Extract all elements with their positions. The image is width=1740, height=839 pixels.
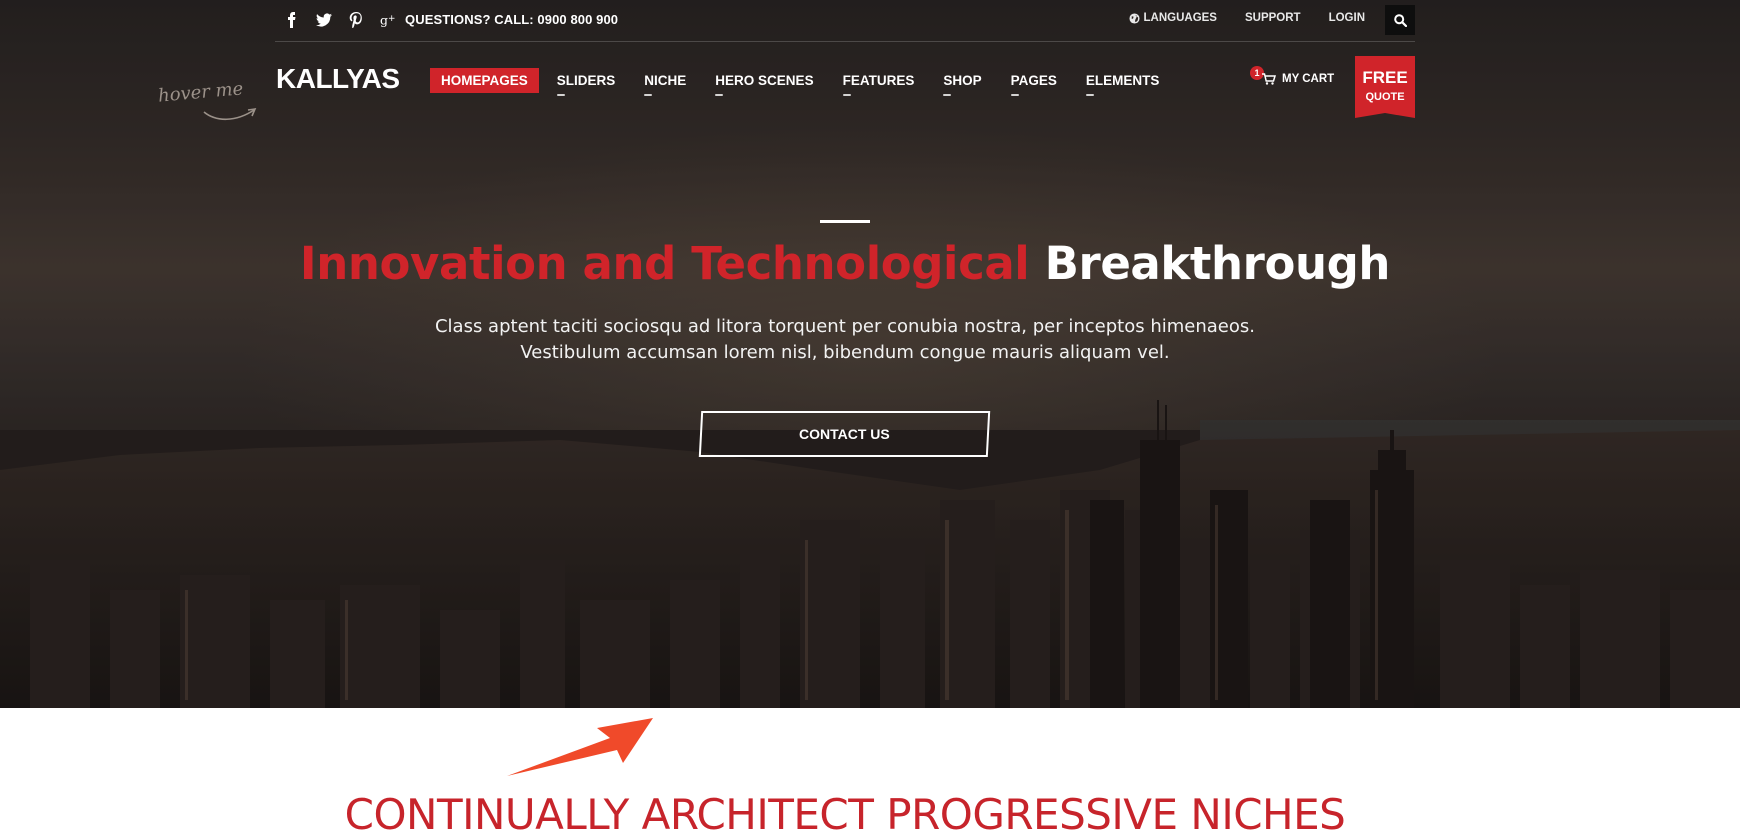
headline-accent: Innovation and Technological	[299, 237, 1030, 290]
nav-item-elements[interactable]: ELEMENTS	[1075, 68, 1171, 96]
nav-label: HOMEPAGES	[441, 73, 528, 88]
contact-us-label: CONTACT US	[799, 426, 890, 442]
nav-label: ELEMENTS	[1085, 73, 1160, 88]
hero-subtitle-line1: Class aptent taciti sociosqu ad litora t…	[434, 316, 1255, 337]
support-link[interactable]: SUPPORT	[1245, 12, 1301, 24]
headline-main: Breakthrough	[1044, 237, 1391, 290]
login-label: LOGIN	[1328, 12, 1365, 24]
nav-item-homepages[interactable]: HOMEPAGES	[430, 68, 539, 93]
free-quote-button[interactable]: FREE QUOTE	[1355, 56, 1415, 118]
social-links: g +	[283, 10, 397, 30]
pinterest-icon[interactable]	[347, 10, 365, 30]
nav-item-shop[interactable]: SHOP	[932, 68, 992, 96]
site-logo[interactable]: KALLYAS	[276, 63, 400, 95]
main-nav: HOMEPAGES SLIDERS NICHE HERO SCENES FEAT…	[430, 68, 1177, 96]
search-button[interactable]	[1385, 5, 1415, 35]
nav-item-hero-scenes[interactable]: HERO SCENES	[704, 68, 824, 96]
hover-arrow-icon	[203, 108, 257, 121]
facebook-icon[interactable]	[283, 10, 301, 30]
section-title: CONTINUALLY ARCHITECT PROGRESSIVE NICHES	[344, 790, 1346, 839]
nav-item-features[interactable]: FEATURES	[832, 68, 926, 96]
contact-phone: QUESTIONS? CALL: 0900 800 900	[405, 12, 619, 27]
cart-link[interactable]: MY CART	[1262, 73, 1334, 85]
globe-icon	[1128, 12, 1140, 24]
top-links: LANGUAGES SUPPORT LOGIN	[1128, 12, 1365, 24]
contact-us-button[interactable]: CONTACT US	[698, 411, 991, 457]
nav-label: FEATURES	[842, 73, 915, 88]
twitter-icon[interactable]	[315, 10, 333, 30]
cart-icon	[1262, 73, 1276, 85]
nav-label: SLIDERS	[556, 73, 616, 88]
top-bar: g + QUESTIONS? CALL: 0900 800 900 LANGUAG…	[275, 0, 1415, 42]
nav-item-niche[interactable]: NICHE	[633, 68, 697, 96]
hero-headline: Innovation and Technological Breakthroug…	[0, 236, 1690, 292]
languages-link[interactable]: LANGUAGES	[1128, 12, 1217, 24]
nav-label: SHOP	[943, 73, 982, 88]
support-label: SUPPORT	[1244, 12, 1301, 24]
svg-text:g: g	[380, 12, 388, 27]
headline-divider	[820, 220, 870, 223]
svg-text:+: +	[388, 14, 395, 24]
quote-line1: FREE	[1362, 68, 1408, 87]
login-link[interactable]: LOGIN	[1329, 12, 1365, 24]
quote-line2: QUOTE	[1365, 91, 1405, 103]
nav-label: HERO SCENES	[715, 73, 814, 88]
red-arrow-icon	[507, 718, 653, 776]
search-icon	[1393, 13, 1407, 27]
google-plus-icon[interactable]: g +	[379, 10, 397, 30]
hero-subtitle-line2: Vestibulum accumsan lorem nisl, bibendum…	[520, 342, 1170, 363]
cart-label: MY CART	[1282, 73, 1335, 85]
hero-subtitle: Class aptent taciti sociosqu ad litora t…	[0, 314, 1690, 366]
languages-label: LANGUAGES	[1143, 12, 1217, 24]
nav-label: NICHE	[644, 73, 687, 88]
nav-label: PAGES	[1010, 73, 1057, 88]
nav-item-pages[interactable]: PAGES	[1000, 68, 1068, 96]
nav-item-sliders[interactable]: SLIDERS	[546, 68, 627, 96]
